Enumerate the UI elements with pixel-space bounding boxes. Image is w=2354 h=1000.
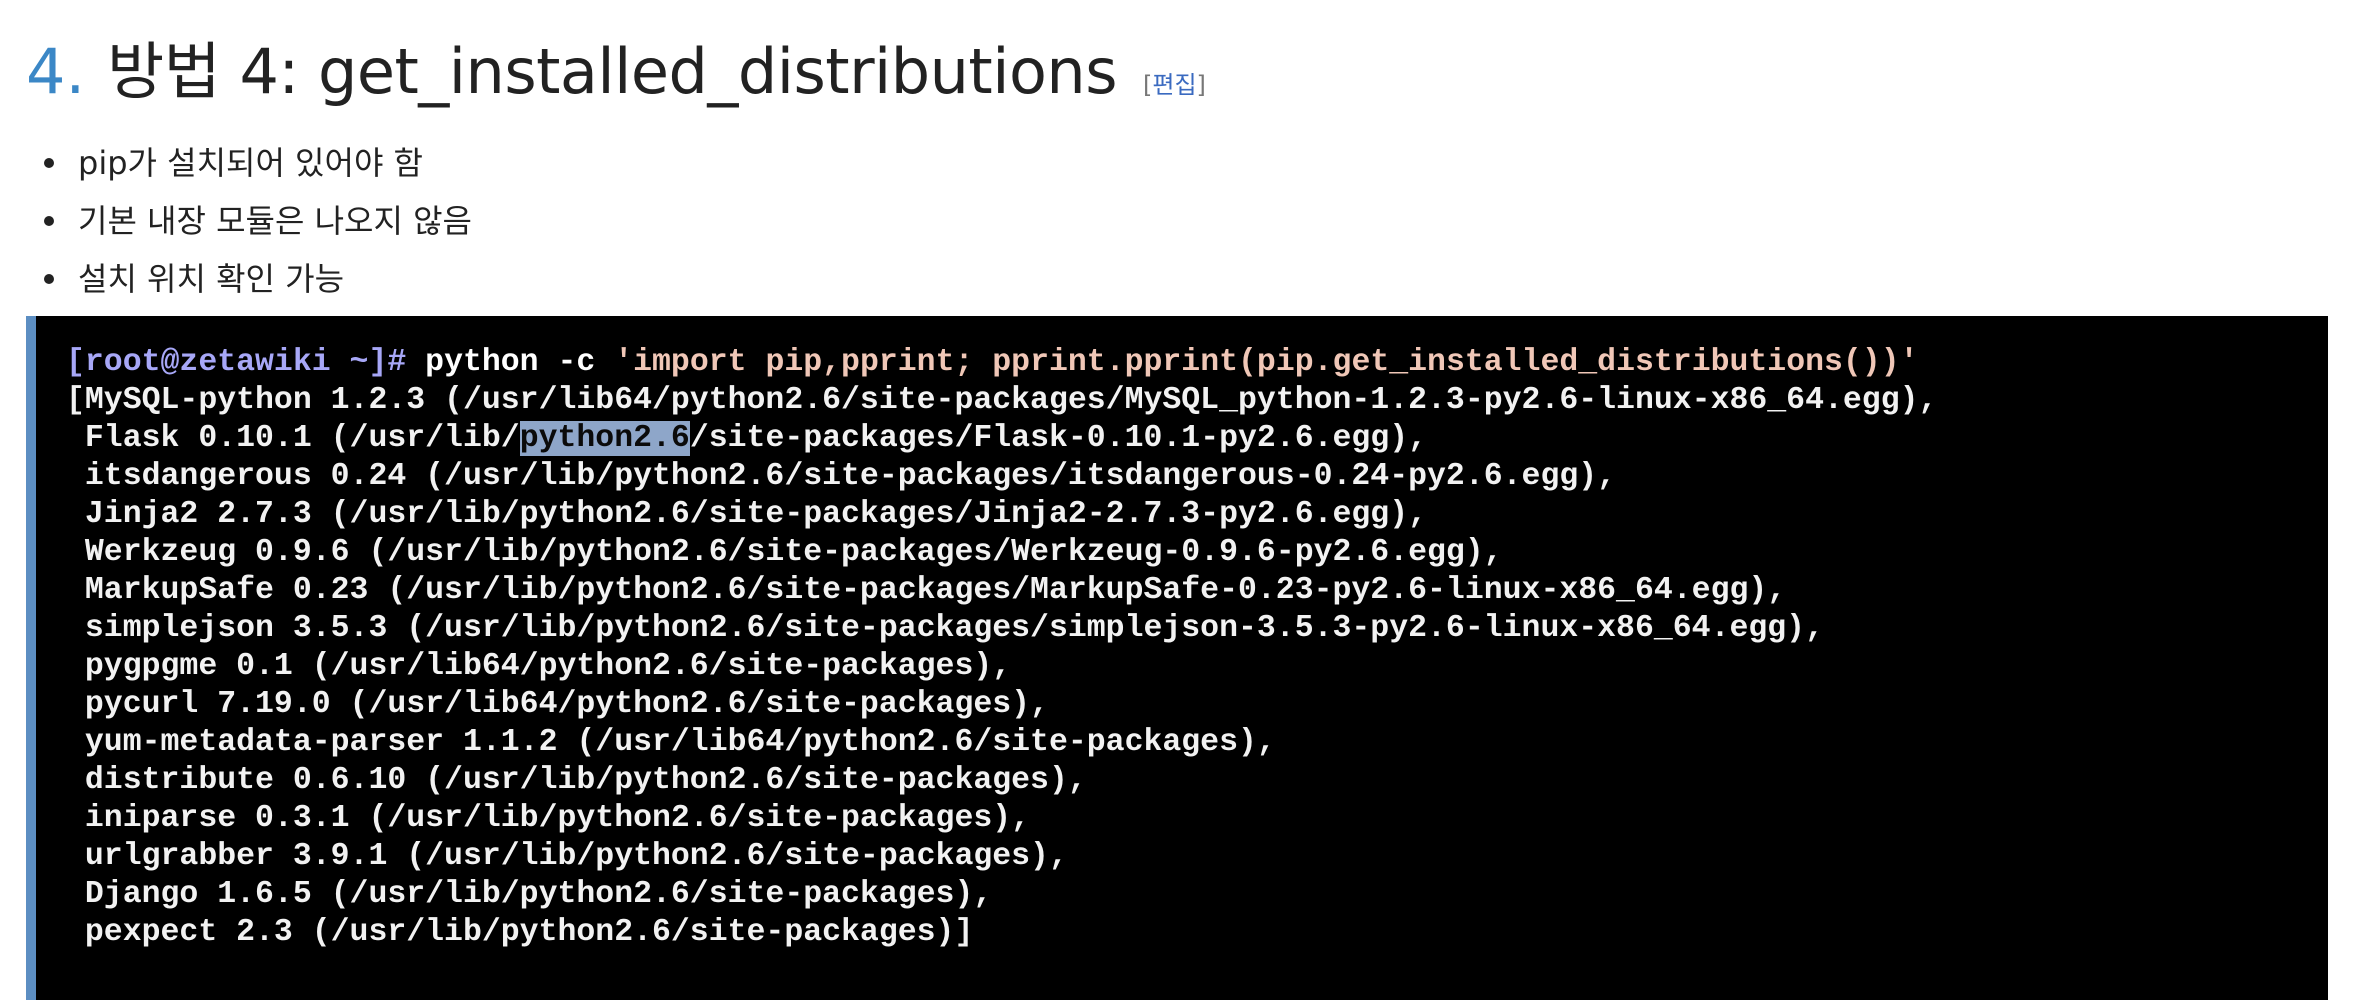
output-line: Werkzeug 0.9.6 (/usr/lib/python2.6/site-… <box>66 535 1503 570</box>
text-selection: python2.6 <box>519 421 690 456</box>
bullet-list: pip가 설치되어 있어야 함 기본 내장 모듈은 나오지 않음 설치 위치 확… <box>40 134 472 308</box>
list-item: pip가 설치되어 있어야 함 <box>40 134 472 192</box>
list-item: 설치 위치 확인 가능 <box>40 250 472 308</box>
output-line: pygpgme 0.1 (/usr/lib64/python2.6/site-p… <box>66 649 1012 684</box>
section-number: 4. <box>26 35 86 108</box>
list-item-text: pip가 설치되어 있어야 함 <box>78 144 423 182</box>
bullet-icon <box>44 274 54 284</box>
list-item-text: 설치 위치 확인 가능 <box>78 260 345 298</box>
bullet-icon <box>44 216 54 226</box>
output-line: distribute 0.6.10 (/usr/lib/python2.6/si… <box>66 763 1087 798</box>
command-argument: 'import pip,pprint; pprint.pprint(pip.ge… <box>614 345 1919 380</box>
section-title: 방법 4: get_installed_distributions <box>107 35 1117 108</box>
output-line: urlgrabber 3.9.1 (/usr/lib/python2.6/sit… <box>66 839 1068 874</box>
output-line: [MySQL-python 1.2.3 (/usr/lib64/python2.… <box>66 383 1938 418</box>
output-line: iniparse 0.3.1 (/usr/lib/python2.6/site-… <box>66 801 1031 836</box>
terminal-output-block[interactable]: [root@zetawiki ~]# python -c 'import pip… <box>26 316 2328 1000</box>
command-line: [root@zetawiki ~]# python -c 'import pip… <box>66 345 1919 380</box>
edit-bracket-close: ] <box>1196 71 1206 99</box>
output-line: pexpect 2.3 (/usr/lib/python2.6/site-pac… <box>66 915 974 950</box>
list-item: 기본 내장 모듈은 나오지 않음 <box>40 192 472 250</box>
bullet-icon <box>44 158 54 168</box>
output-lines: [MySQL-python 1.2.3 (/usr/lib64/python2.… <box>66 383 1937 950</box>
edit-bracket-open: [ <box>1143 71 1153 99</box>
terminal-text[interactable]: [root@zetawiki ~]# python -c 'import pip… <box>66 344 2328 952</box>
section-heading: 4. 방법 4: get_installed_distributions [편집… <box>26 22 1206 122</box>
output-line: itsdangerous 0.24 (/usr/lib/python2.6/si… <box>66 459 1617 494</box>
output-line: pycurl 7.19.0 (/usr/lib64/python2.6/site… <box>66 687 1049 722</box>
shell-prompt: [root@zetawiki ~]# <box>66 345 407 380</box>
output-line: Jinja2 2.7.3 (/usr/lib/python2.6/site-pa… <box>66 497 1428 532</box>
output-line: simplejson 3.5.3 (/usr/lib/python2.6/sit… <box>66 611 1824 646</box>
output-line: MarkupSafe 0.23 (/usr/lib/python2.6/site… <box>66 573 1787 608</box>
output-line: Flask 0.10.1 (/usr/lib/python2.6/site-pa… <box>66 421 1428 456</box>
edit-link-label[interactable]: 편집 <box>1152 71 1196 99</box>
output-line: Django 1.6.5 (/usr/lib/python2.6/site-pa… <box>66 877 993 912</box>
output-line: yum-metadata-parser 1.1.2 (/usr/lib64/py… <box>66 725 1276 760</box>
edit-link[interactable]: [편집] <box>1143 65 1206 100</box>
command-text: python -c <box>425 345 596 380</box>
list-item-text: 기본 내장 모듈은 나오지 않음 <box>78 202 472 240</box>
